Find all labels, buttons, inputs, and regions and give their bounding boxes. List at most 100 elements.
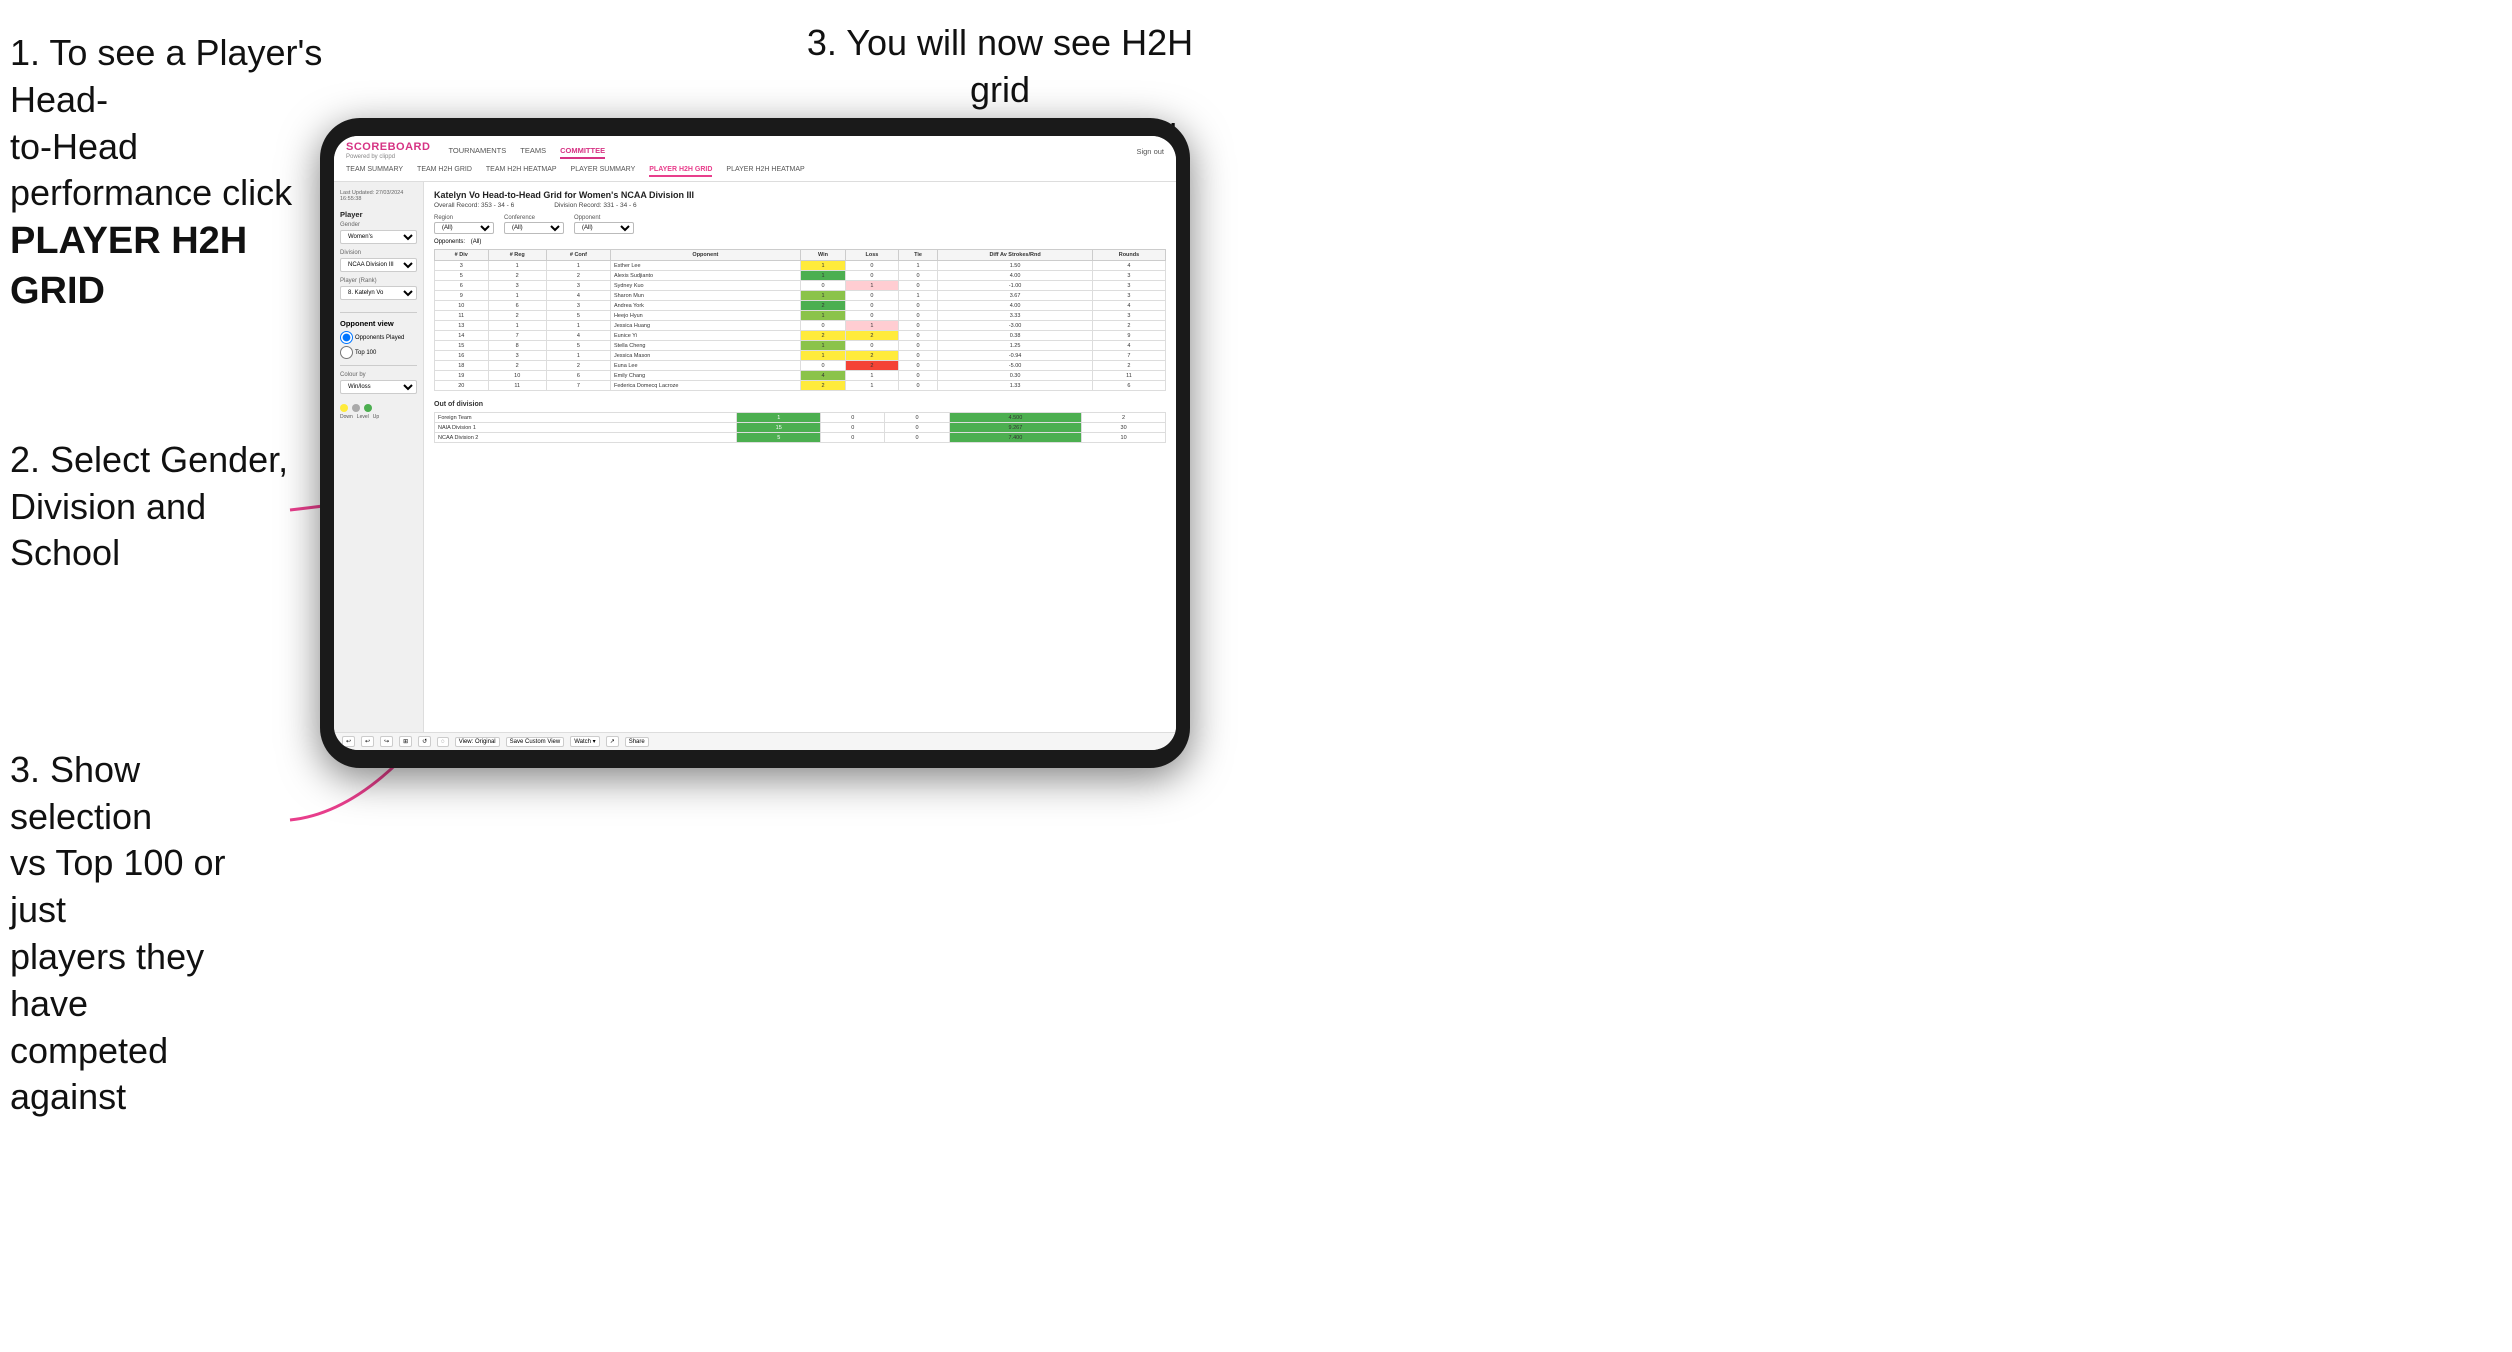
td-conf: 2 (546, 361, 610, 371)
ood-td-diff: 9.267 (949, 423, 1082, 433)
td-div: 11 (435, 311, 489, 321)
annotation-step1: 1. To see a Player's Head- to-Head perfo… (10, 30, 340, 316)
td-win: 2 (800, 381, 845, 391)
toolbar-redo2[interactable]: ↪ (380, 736, 393, 747)
td-tie: 0 (898, 281, 937, 291)
sub-nav-player-summary[interactable]: PLAYER SUMMARY (571, 164, 636, 177)
colour-labels: Down Level Up (340, 414, 417, 420)
table-row: 10 6 3 Andrea York 2 0 0 4.00 4 (435, 301, 1166, 311)
td-conf: 4 (546, 291, 610, 301)
radio-opponents-played[interactable]: Opponents Played (340, 331, 417, 344)
td-win: 2 (800, 331, 845, 341)
ood-td-opponent: NCAA Division 2 (435, 433, 737, 443)
td-opponent: Jessica Mason (610, 351, 800, 361)
table-row: 5 2 2 Alexis Sudjianto 1 0 0 4.00 3 (435, 271, 1166, 281)
sidebar-gender-select[interactable]: Women's (340, 230, 417, 244)
td-diff: -3.00 (938, 321, 1093, 331)
main-table-body: 3 1 1 Esther Lee 1 0 1 1.50 4 5 2 2 Alex… (435, 261, 1166, 391)
opponents-row: Opponents: (All) (434, 239, 1166, 245)
nav-committee[interactable]: COMMITTEE (560, 144, 605, 159)
td-tie: 0 (898, 341, 937, 351)
td-loss: 1 (846, 381, 899, 391)
td-conf: 3 (546, 301, 610, 311)
td-reg: 11 (488, 381, 546, 391)
td-div: 18 (435, 361, 489, 371)
td-tie: 0 (898, 271, 937, 281)
td-div: 16 (435, 351, 489, 361)
table-header-row: # Div # Reg # Conf Opponent Win Loss Tie… (435, 250, 1166, 261)
nav-tournaments[interactable]: TOURNAMENTS (448, 144, 506, 159)
logo-area: SCOREBOARD Powered by clippd (346, 142, 430, 160)
td-tie: 0 (898, 301, 937, 311)
ood-td-tie: 0 (885, 423, 949, 433)
td-conf: 4 (546, 331, 610, 341)
filter-region-label: Region (434, 215, 494, 221)
toolbar-grid[interactable]: ⊞ (399, 736, 412, 747)
toolbar-redo1[interactable]: ↩ (361, 736, 374, 747)
sub-nav-player-h2h-grid[interactable]: PLAYER H2H GRID (649, 164, 712, 177)
td-reg: 3 (488, 281, 546, 291)
ood-table-row: NCAA Division 2 5 0 0 7.400 10 (435, 433, 1166, 443)
toolbar-share[interactable]: Share (625, 737, 649, 747)
logo-powered: Powered by clippd (346, 154, 430, 160)
sub-nav-team-summary[interactable]: TEAM SUMMARY (346, 164, 403, 177)
td-loss: 0 (846, 311, 899, 321)
td-loss: 2 (846, 361, 899, 371)
td-diff: -1.00 (938, 281, 1093, 291)
nav-teams[interactable]: TEAMS (520, 144, 546, 159)
sidebar-player-rank-select[interactable]: 8. Katelyn Vo (340, 286, 417, 300)
sidebar-division-select[interactable]: NCAA Division III (340, 258, 417, 272)
toolbar-view-original[interactable]: View: Original (455, 737, 500, 747)
td-opponent: Esther Lee (610, 261, 800, 271)
filter-group-region: Region (All) (434, 215, 494, 234)
td-div: 13 (435, 321, 489, 331)
td-conf: 5 (546, 311, 610, 321)
table-row: 16 3 1 Jessica Mason 1 2 0 -0.94 7 (435, 351, 1166, 361)
sidebar-player-section: Player (340, 210, 417, 219)
filter-opponent-select[interactable]: (All) (574, 222, 634, 234)
td-rounds: 3 (1092, 271, 1165, 281)
filter-region-select[interactable]: (All) (434, 222, 494, 234)
radio-top100[interactable]: Top 100 (340, 346, 417, 359)
td-diff: 3.67 (938, 291, 1093, 301)
td-rounds: 3 (1092, 281, 1165, 291)
sub-nav-player-h2h-heatmap[interactable]: PLAYER H2H HEATMAP (726, 164, 804, 177)
colour-by-label: Colour by (340, 372, 417, 378)
td-opponent: Stella Cheng (610, 341, 800, 351)
toolbar-save-custom[interactable]: Save Custom View (506, 737, 565, 747)
td-div: 15 (435, 341, 489, 351)
td-opponent: Andrea York (610, 301, 800, 311)
table-row: 15 8 5 Stella Cheng 1 0 0 1.25 4 (435, 341, 1166, 351)
th-conf: # Conf (546, 250, 610, 261)
td-div: 6 (435, 281, 489, 291)
td-tie: 0 (898, 381, 937, 391)
colour-label-down: Down (340, 414, 353, 420)
table-row: 6 3 3 Sydney Kuo 0 1 0 -1.00 3 (435, 281, 1166, 291)
sub-nav-team-h2h-heatmap[interactable]: TEAM H2H HEATMAP (486, 164, 557, 177)
td-rounds: 9 (1092, 331, 1165, 341)
colour-dot-down (340, 404, 348, 412)
th-diff: Diff Av Strokes/Rnd (938, 250, 1093, 261)
toolbar-circle[interactable]: ◌ (437, 737, 449, 747)
toolbar-watch[interactable]: Watch ▾ (570, 736, 599, 747)
td-rounds: 7 (1092, 351, 1165, 361)
td-diff: -5.00 (938, 361, 1093, 371)
colour-label-up: Up (373, 414, 379, 420)
td-loss: 1 (846, 321, 899, 331)
td-opponent: Federica Domecq Lacroze (610, 381, 800, 391)
td-loss: 1 (846, 281, 899, 291)
td-opponent: Eunice Yi (610, 331, 800, 341)
nav-sign-out[interactable]: Sign out (1136, 147, 1164, 156)
table-row: 13 1 1 Jessica Huang 0 1 0 -3.00 2 (435, 321, 1166, 331)
toolbar-expand[interactable]: ↗ (606, 736, 619, 747)
toolbar-refresh[interactable]: ↺ (418, 736, 431, 747)
table-row: 20 11 7 Federica Domecq Lacroze 2 1 0 1.… (435, 381, 1166, 391)
toolbar-undo[interactable]: ↩ (342, 736, 355, 747)
filter-conference-select[interactable]: (All) (504, 222, 564, 234)
td-win: 4 (800, 371, 845, 381)
colour-by-select[interactable]: Win/loss (340, 380, 417, 394)
td-reg: 1 (488, 321, 546, 331)
td-diff: -0.94 (938, 351, 1093, 361)
td-win: 2 (800, 301, 845, 311)
sub-nav-team-h2h-grid[interactable]: TEAM H2H GRID (417, 164, 472, 177)
